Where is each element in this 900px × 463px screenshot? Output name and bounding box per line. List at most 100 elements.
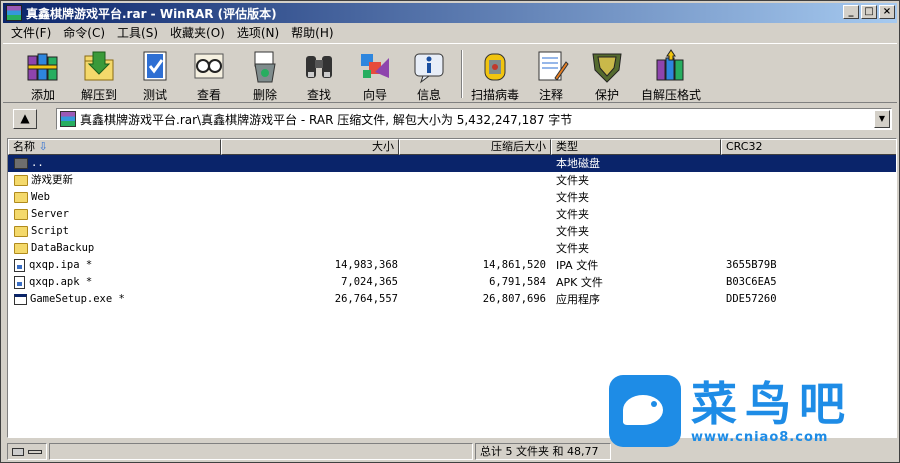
virus-scan-button[interactable]: 扫描病毒: [467, 48, 523, 103]
row-name: Web: [31, 191, 50, 203]
menu-tools[interactable]: 工具(S): [111, 24, 164, 41]
menu-commands[interactable]: 命令(C): [57, 24, 111, 41]
row-type: IPA 文件: [556, 259, 599, 272]
title-bar[interactable]: 真鑫棋牌游戏平台.rar - WinRAR (评估版本) _ □ ×: [3, 3, 897, 23]
row-type: 文件夹: [556, 242, 589, 255]
row-name: qxqp.ipa *: [29, 259, 93, 271]
protect-button[interactable]: 保护: [579, 48, 635, 103]
table-row[interactable]: Server 文件夹: [8, 206, 896, 223]
winrar-app-icon[interactable]: [6, 5, 22, 21]
minimize-button[interactable]: _: [843, 5, 859, 19]
total-status: 总计 5 文件夹 和 48,77: [475, 443, 611, 460]
row-type: APK 文件: [556, 276, 603, 289]
row-crc: 3655B79B: [726, 259, 777, 271]
view-glasses-icon: [191, 48, 227, 84]
up-one-level-button[interactable]: ▲: [13, 109, 37, 129]
menu-favorites[interactable]: 收藏夹(O): [164, 24, 231, 41]
row-crc: B03C6EA5: [726, 276, 777, 288]
find-button[interactable]: 查找: [291, 48, 347, 103]
find-label: 查找: [306, 88, 331, 102]
folder-icon: [14, 175, 28, 186]
row-type: 本地磁盘: [556, 157, 600, 170]
test-button[interactable]: 测试: [127, 48, 183, 103]
delete-bin-icon: [247, 48, 283, 84]
table-row[interactable]: qxqp.apk * 7,024,365 6,791,584 APK 文件 B0…: [8, 274, 896, 291]
menu-bar: 文件(F) 命令(C) 工具(S) 收藏夹(O) 选项(N) 帮助(H): [5, 23, 340, 42]
table-row[interactable]: 游戏更新 文件夹: [8, 172, 896, 189]
sort-arrow-icon: ⇩: [38, 140, 48, 153]
table-row[interactable]: GameSetup.exe * 26,764,557 26,807,696 应用…: [8, 291, 896, 308]
window-title: 真鑫棋牌游戏平台.rar - WinRAR (评估版本): [26, 6, 277, 21]
table-row[interactable]: .. 本地磁盘: [8, 155, 896, 172]
test-label: 测试: [142, 88, 167, 102]
extract-folder-icon: [81, 48, 117, 84]
column-packed[interactable]: 压缩后大小: [399, 139, 551, 155]
column-type[interactable]: 类型: [551, 139, 721, 155]
path-dropdown-arrow-icon[interactable]: ▼: [874, 110, 890, 128]
extract-to-button[interactable]: 解压到: [71, 48, 127, 103]
file-icon: [14, 276, 25, 289]
column-size[interactable]: 大小: [221, 139, 399, 155]
add-label: 添加: [30, 88, 55, 102]
protect-shield-icon: [589, 48, 625, 84]
row-name: DataBackup: [31, 242, 95, 254]
wizard-label: 向导: [362, 88, 387, 102]
folder-icon: [14, 192, 28, 203]
winrar-window: 真鑫棋牌游戏平台.rar - WinRAR (评估版本) _ □ × 文件(F)…: [0, 0, 900, 463]
table-row[interactable]: DataBackup 文件夹: [8, 240, 896, 257]
row-name: GameSetup.exe *: [30, 293, 125, 305]
file-icon: [14, 259, 25, 272]
find-binoculars-icon: [301, 48, 337, 84]
window-controls: _ □ ×: [843, 5, 895, 19]
row-size: 14,983,368: [334, 259, 398, 271]
path-combo[interactable]: 真鑫棋牌游戏平台.rar\真鑫棋牌游戏平台 - RAR 压缩文件, 解包大小为 …: [56, 108, 892, 130]
sfx-button[interactable]: 自解压格式: [635, 48, 707, 103]
folder-icon: [14, 243, 28, 254]
table-row[interactable]: qxqp.ipa * 14,983,368 14,861,520 IPA 文件 …: [8, 257, 896, 274]
toolbar: 添加 解压到 测试 查看 删除 查找 向导 信息 扫描病毒 注释 保护 自解压格…: [3, 43, 897, 103]
view-button[interactable]: 查看: [181, 48, 237, 103]
delete-button[interactable]: 删除: [237, 48, 293, 103]
drive-icon: [12, 448, 24, 456]
row-type: 应用程序: [556, 293, 600, 306]
column-name[interactable]: 名称 ⇩: [8, 139, 221, 155]
application-icon: [14, 294, 27, 305]
folder-icon: [14, 209, 28, 220]
toolbar-separator: [461, 50, 463, 98]
archive-icon: [60, 111, 76, 127]
menu-file[interactable]: 文件(F): [5, 24, 57, 41]
menu-help[interactable]: 帮助(H): [285, 24, 339, 41]
comment-button[interactable]: 注释: [523, 48, 579, 103]
wizard-button[interactable]: 向导: [347, 48, 403, 103]
add-button[interactable]: 添加: [15, 48, 71, 103]
column-crc[interactable]: CRC32: [721, 139, 896, 155]
table-row[interactable]: Script 文件夹: [8, 223, 896, 240]
table-row[interactable]: Web 文件夹: [8, 189, 896, 206]
watermark: 菜鸟吧 www.cniao8.com: [609, 363, 900, 459]
virus-scan-label: 扫描病毒: [470, 88, 519, 102]
row-name: qxqp.apk *: [29, 276, 93, 288]
key-icon: [27, 450, 42, 454]
row-name: Server: [31, 208, 69, 220]
add-books-icon: [25, 48, 61, 84]
drive-status[interactable]: [7, 443, 47, 460]
wizard-icon: [357, 48, 393, 84]
row-packed: 14,861,520: [482, 259, 546, 271]
archive-path: 真鑫棋牌游戏平台.rar\真鑫棋牌游戏平台 - RAR 压缩文件, 解包大小为 …: [80, 112, 573, 127]
parent-folder-icon: [14, 158, 28, 169]
row-type: 文件夹: [556, 225, 589, 238]
address-row: ▲ 真鑫棋牌游戏平台.rar\真鑫棋牌游戏平台 - RAR 压缩文件, 解包大小…: [3, 106, 897, 132]
row-crc: DDE57260: [726, 293, 777, 305]
row-name: Script: [31, 225, 69, 237]
view-label: 查看: [196, 88, 221, 102]
info-button[interactable]: 信息: [401, 48, 457, 103]
watermark-url: www.cniao8.com: [691, 429, 829, 445]
row-type: 文件夹: [556, 191, 589, 204]
comment-icon: [533, 48, 569, 84]
row-type: 文件夹: [556, 174, 589, 187]
delete-label: 删除: [252, 88, 277, 102]
maximize-button[interactable]: □: [861, 5, 877, 19]
close-button[interactable]: ×: [879, 5, 895, 19]
menu-options[interactable]: 选项(N): [231, 24, 285, 41]
column-name-label: 名称: [13, 140, 35, 153]
